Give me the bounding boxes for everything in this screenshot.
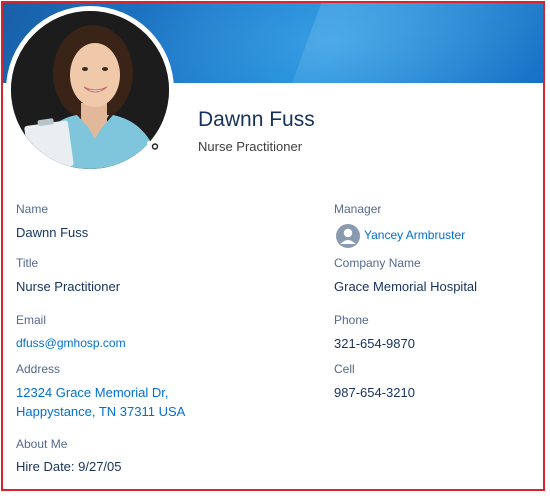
profile-photo-frame: [6, 6, 174, 174]
title-label: Title: [16, 256, 39, 270]
cell-label: Cell: [334, 362, 355, 376]
profile-card: Dawnn Fuss Nurse Practitioner Name Dawnn…: [1, 1, 545, 491]
user-icon: [340, 228, 356, 244]
title-value: Nurse Practitioner: [16, 279, 121, 294]
company-label: Company Name: [334, 256, 421, 270]
about-me-label: About Me: [16, 437, 68, 451]
address-line-1: 12324 Grace Memorial Dr,: [16, 385, 169, 400]
phone-label: Phone: [334, 313, 369, 327]
address-link[interactable]: 12324 Grace Memorial Dr, Happystance, TN…: [16, 383, 185, 421]
manager-avatar[interactable]: [336, 224, 360, 248]
cell-value: 987-654-3210: [334, 385, 415, 400]
profile-photo[interactable]: [11, 11, 169, 169]
email-link[interactable]: dfuss@gmhosp.com: [16, 336, 126, 350]
profile-title-subheading: Nurse Practitioner: [198, 139, 303, 154]
profile-name-heading: Dawnn Fuss: [198, 108, 315, 131]
company-value: Grace Memorial Hospital: [334, 279, 478, 294]
about-me-value: Hire Date: 9/27/05: [16, 459, 122, 474]
phone-value: 321-654-9870: [334, 336, 415, 351]
name-label: Name: [16, 202, 49, 216]
manager-label: Manager: [334, 202, 382, 216]
address-label: Address: [16, 362, 61, 376]
manager-link[interactable]: Yancey Armbruster: [364, 228, 465, 242]
email-label: Email: [16, 313, 47, 327]
name-value: Dawnn Fuss: [16, 225, 89, 240]
address-line-2: Happystance, TN 37311 USA: [16, 404, 186, 419]
camera-icon[interactable]: [147, 138, 163, 152]
profile-photo-image: [11, 11, 169, 169]
